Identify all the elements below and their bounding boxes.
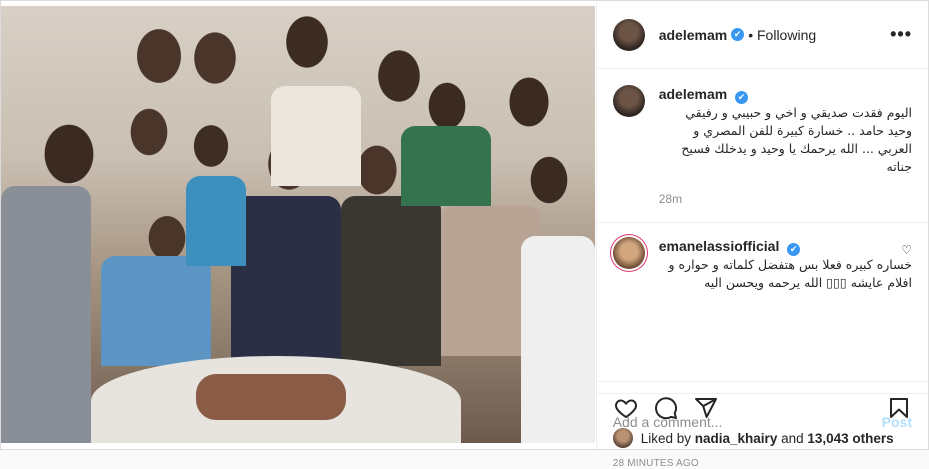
following-label[interactable]: Following — [757, 27, 816, 43]
like-comment-heart-icon[interactable]: ♡ — [901, 243, 912, 257]
group-photo-image — [1, 6, 595, 443]
commenter-avatar[interactable] — [612, 237, 645, 269]
author-username[interactable]: adelemam — [659, 27, 727, 43]
caption-time[interactable]: 28m — [659, 190, 912, 208]
post-photo[interactable] — [1, 1, 596, 449]
divider — [596, 222, 928, 223]
comments-area: adelemam ✔ اليوم فقدت صديقي و اخي و حبيب… — [596, 69, 928, 381]
comment-text: خساره كبيره فعلا بس هتفضل كلماته و حواره… — [668, 257, 913, 290]
post-header: adelemam ✔ • Following ••• — [596, 1, 928, 69]
verified-badge-icon: ✔ — [731, 28, 745, 41]
verified-badge-icon: ✔ — [787, 243, 801, 256]
comment-item: emanelassiofficial ✔ خساره كبيره فعلا بس… — [612, 237, 913, 292]
more-options-icon[interactable]: ••• — [890, 24, 912, 45]
caption-avatar[interactable] — [612, 85, 645, 117]
author-avatar[interactable] — [612, 18, 645, 51]
post-timestamp[interactable]: 28 MINUTES AGO — [609, 448, 916, 469]
post-comment-button[interactable]: Post — [882, 414, 912, 430]
post-sidebar: adelemam ✔ • Following ••• adelemam ✔ ال… — [595, 1, 928, 469]
add-comment-bar: Post — [596, 393, 928, 449]
verified-badge-icon: ✔ — [734, 91, 748, 104]
caption: adelemam ✔ اليوم فقدت صديقي و اخي و حبيب… — [612, 85, 912, 208]
caption-username[interactable]: adelemam — [659, 86, 727, 102]
following-status[interactable]: • Following — [748, 27, 816, 43]
caption-text: اليوم فقدت صديقي و اخي و حبيبي و رفيقي و… — [681, 105, 912, 174]
comment-input[interactable] — [612, 413, 882, 430]
instagram-post: adelemam ✔ • Following ••• adelemam ✔ ال… — [0, 0, 929, 469]
commenter-username[interactable]: emanelassiofficial — [659, 238, 780, 254]
